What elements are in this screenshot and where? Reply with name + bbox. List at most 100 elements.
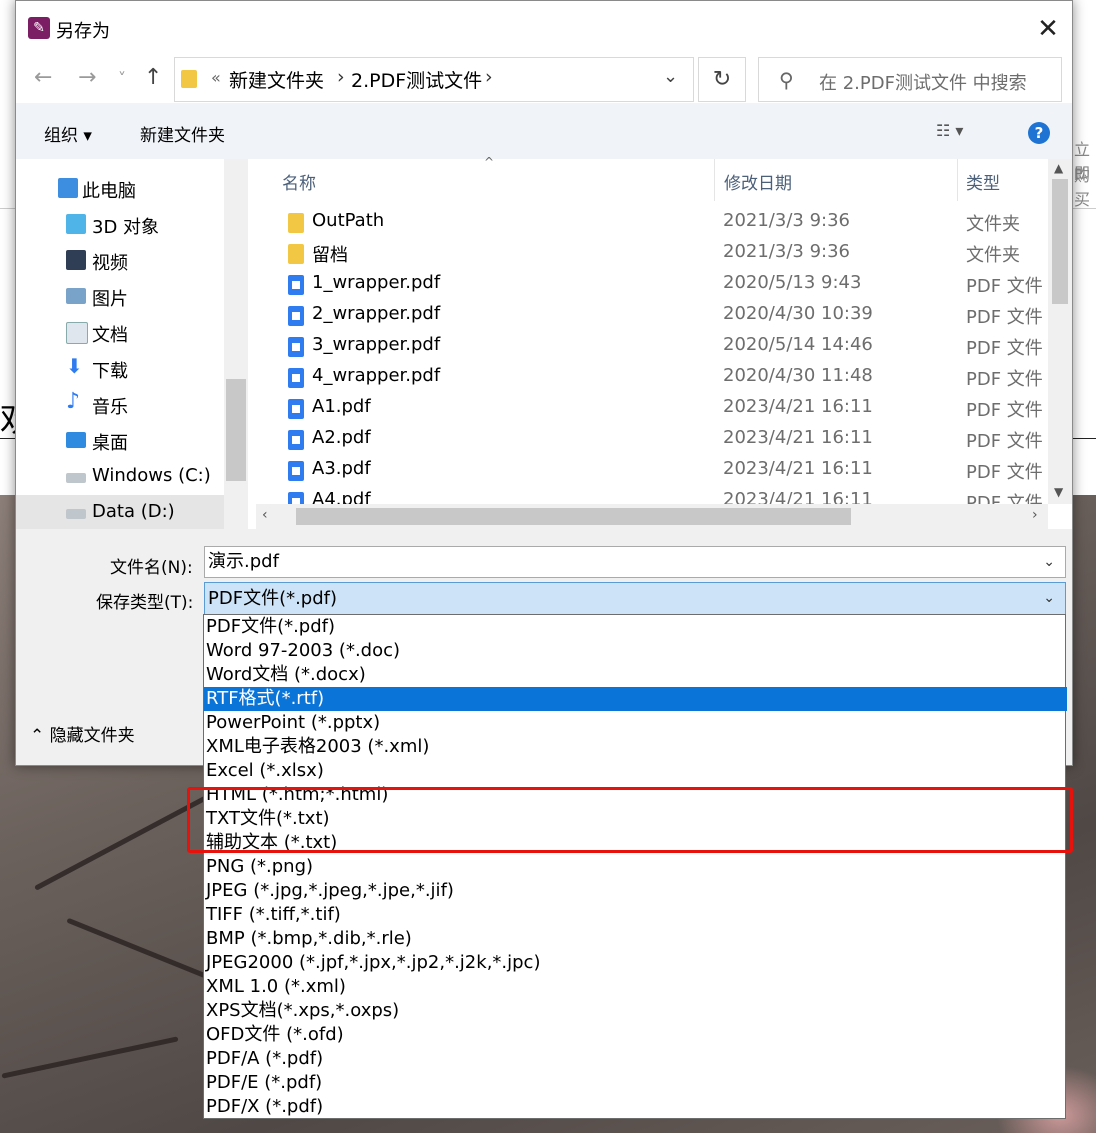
filetype-option[interactable]: RTF格式(*.rtf) <box>204 687 1067 711</box>
column-header-date[interactable]: 修改日期 <box>724 169 792 194</box>
file-list: ^ 名称 修改日期 类型 OutPath 2021/3/3 9:36 文件夹 留档 20… <box>256 155 1072 529</box>
file-date: 2021/3/3 9:36 <box>723 241 850 262</box>
filetype-option[interactable]: PDF/A (*.pdf) <box>204 1047 1067 1071</box>
search-input[interactable]: ⚲ 在 2.PDF测试文件 中搜索 <box>758 57 1062 102</box>
file-row[interactable]: OutPath 2021/3/3 9:36 文件夹 <box>256 207 1048 238</box>
new-folder-button[interactable]: 新建文件夹 <box>140 121 225 146</box>
view-options-button[interactable]: ☷ ▾ <box>936 121 963 140</box>
column-divider[interactable] <box>957 159 958 201</box>
address-dropdown-icon[interactable]: ⌄ <box>663 66 678 87</box>
column-header-type[interactable]: 类型 <box>966 169 1000 194</box>
file-row[interactable]: 2_wrapper.pdf 2020/4/30 10:39 PDF 文件 <box>256 300 1048 331</box>
back-button[interactable]: ← <box>34 65 52 90</box>
scroll-left-icon[interactable]: ‹ <box>262 507 268 523</box>
filetype-option[interactable]: JPEG (*.jpg,*.jpeg,*.jpe,*.jif) <box>204 879 1067 903</box>
forward-button[interactable]: → <box>78 65 96 90</box>
file-row[interactable]: 留档 2021/3/3 9:36 文件夹 <box>256 238 1048 269</box>
filetype-option[interactable]: XML电子表格2003 (*.xml) <box>204 735 1067 759</box>
file-row[interactable]: 4_wrapper.pdf 2020/4/30 11:48 PDF 文件 <box>256 362 1048 393</box>
navigation-scrollbar[interactable] <box>224 159 248 529</box>
nav-item-label: 音乐 <box>92 397 128 418</box>
nav-item-windows-c[interactable]: Windows (C:) <box>16 459 224 495</box>
address-bar[interactable]: « 新建文件夹 › 2.PDF测试文件 › ⌄ <box>174 57 694 102</box>
filetype-option[interactable]: PowerPoint (*.pptx) <box>204 711 1067 735</box>
filetype-option[interactable]: TIFF (*.tiff,*.tif) <box>204 903 1067 927</box>
drive-icon <box>66 473 86 483</box>
filetype-option[interactable]: BMP (*.bmp,*.dib,*.rle) <box>204 927 1067 951</box>
file-list-horizontal-scrollbar[interactable]: ‹ › <box>256 504 1048 529</box>
desktop-icon <box>66 432 86 448</box>
file-date: 2020/4/30 11:48 <box>723 365 873 386</box>
filename-value: 演示.pdf <box>208 551 279 572</box>
filetype-option[interactable]: PDF文件(*.pdf) <box>204 615 1067 639</box>
breadcrumb-new-folder[interactable]: 新建文件夹 <box>229 66 324 93</box>
scrollbar-thumb[interactable] <box>296 508 851 525</box>
column-divider[interactable] <box>714 159 715 201</box>
scrollbar-thumb[interactable] <box>226 379 246 481</box>
chevron-down-icon[interactable]: ⌄ <box>1043 547 1055 577</box>
folder-icon <box>181 70 197 88</box>
filetype-option[interactable]: Excel (*.xlsx) <box>204 759 1067 783</box>
nav-item-music[interactable]: ♪ 音乐 <box>16 387 224 423</box>
file-row[interactable]: 3_wrapper.pdf 2020/5/14 14:46 PDF 文件 <box>256 331 1048 362</box>
scroll-up-icon[interactable]: ▲ <box>1054 161 1063 175</box>
nav-item-this-pc[interactable]: 此电脑 <box>16 171 224 207</box>
nav-item-label: 文档 <box>92 325 128 346</box>
file-list-vertical-scrollbar[interactable]: ▲ ▼ <box>1048 159 1072 504</box>
filetype-option[interactable]: OFD文件 (*.ofd) <box>204 1023 1067 1047</box>
nav-item-label: Windows (C:) <box>92 465 211 486</box>
nav-item-videos[interactable]: 视频 <box>16 243 224 279</box>
filetype-option[interactable]: PDF/E (*.pdf) <box>204 1071 1067 1095</box>
nav-item-3d-objects[interactable]: 3D 对象 <box>16 207 224 243</box>
filetype-option[interactable]: Word 97-2003 (*.doc) <box>204 639 1067 663</box>
up-button[interactable]: ↑ <box>144 65 162 90</box>
filetype-option[interactable]: XPS文档(*.xps,*.oxps) <box>204 999 1067 1023</box>
nav-item-downloads[interactable]: ⬇ 下载 <box>16 351 224 387</box>
filetype-option[interactable]: Word文档 (*.docx) <box>204 663 1067 687</box>
nav-item-documents[interactable]: 文档 <box>16 315 224 351</box>
filetype-option[interactable]: PNG (*.png) <box>204 855 1067 879</box>
file-date: 2020/5/14 14:46 <box>723 334 873 355</box>
filetype-option[interactable]: JPEG2000 (*.jpf,*.jpx,*.jp2,*.j2k,*.jpc) <box>204 951 1067 975</box>
pdf-file-icon <box>288 306 304 326</box>
scrollbar-thumb[interactable] <box>1052 179 1068 304</box>
search-icon: ⚲ <box>779 68 794 92</box>
file-name: 1_wrapper.pdf <box>312 272 441 293</box>
organize-button[interactable]: 组织 ▾ <box>44 121 92 146</box>
file-date: 2023/4/21 16:11 <box>723 427 873 448</box>
scroll-down-icon[interactable]: ▼ <box>1054 485 1063 499</box>
filename-input[interactable]: 演示.pdf ⌄ <box>204 546 1066 578</box>
refresh-button[interactable]: ↻ <box>698 57 746 102</box>
column-header-name[interactable]: 名称 <box>282 169 316 194</box>
chevron-down-icon[interactable]: ⌄ <box>1043 583 1055 614</box>
nav-item-data-d[interactable]: Data (D:) <box>16 495 224 531</box>
app-logo-icon: ✎ <box>28 17 50 39</box>
file-row[interactable]: 1_wrapper.pdf 2020/5/13 9:43 PDF 文件 <box>256 269 1048 300</box>
breadcrumb-pdf-test-files[interactable]: 2.PDF测试文件 <box>351 66 482 93</box>
nav-item-desktop[interactable]: 桌面 <box>16 423 224 459</box>
filetype-dropdown-list: PDF文件(*.pdf) Word 97-2003 (*.doc) Word文档 (… <box>203 614 1067 1119</box>
file-row[interactable]: A2.pdf 2023/4/21 16:11 PDF 文件 <box>256 424 1048 455</box>
file-row[interactable]: A3.pdf 2023/4/21 16:11 PDF 文件 <box>256 455 1048 486</box>
filetype-select[interactable]: PDF文件(*.pdf) ⌄ <box>204 582 1066 615</box>
file-type: PDF 文件 <box>966 338 1043 359</box>
nav-item-pictures[interactable]: 图片 <box>16 279 224 315</box>
filetype-option[interactable]: PDF/X (*.pdf) <box>204 1095 1067 1119</box>
address-overflow[interactable]: « <box>211 68 221 87</box>
breadcrumb-arrow-icon[interactable]: › <box>485 66 493 88</box>
navigation-pane: ⌃ 此电脑 3D 对象 视频 图片 文档 ⬇ 下载 ♪ 音乐 <box>16 159 250 531</box>
scroll-right-icon[interactable]: › <box>1032 507 1038 523</box>
music-icon: ♪ <box>66 389 81 414</box>
file-type: PDF 文件 <box>966 462 1043 483</box>
breadcrumb-arrow-icon[interactable]: › <box>337 66 345 88</box>
file-row[interactable]: A4.pdf 2023/4/21 16:11 PDF 文件 <box>256 486 1048 504</box>
hide-folders-button[interactable]: ⌃ 隐藏文件夹 <box>30 721 135 746</box>
file-type: PDF 文件 <box>966 307 1043 328</box>
filetype-option[interactable]: XML 1.0 (*.xml) <box>204 975 1067 999</box>
file-row[interactable]: A1.pdf 2023/4/21 16:11 PDF 文件 <box>256 393 1048 424</box>
help-icon[interactable]: ? <box>1028 122 1050 144</box>
recent-locations-button[interactable]: ˅ <box>118 69 126 88</box>
nav-item-label: 下载 <box>92 361 128 382</box>
pdf-file-icon <box>288 461 304 481</box>
close-button[interactable]: ✕ <box>1026 13 1070 47</box>
